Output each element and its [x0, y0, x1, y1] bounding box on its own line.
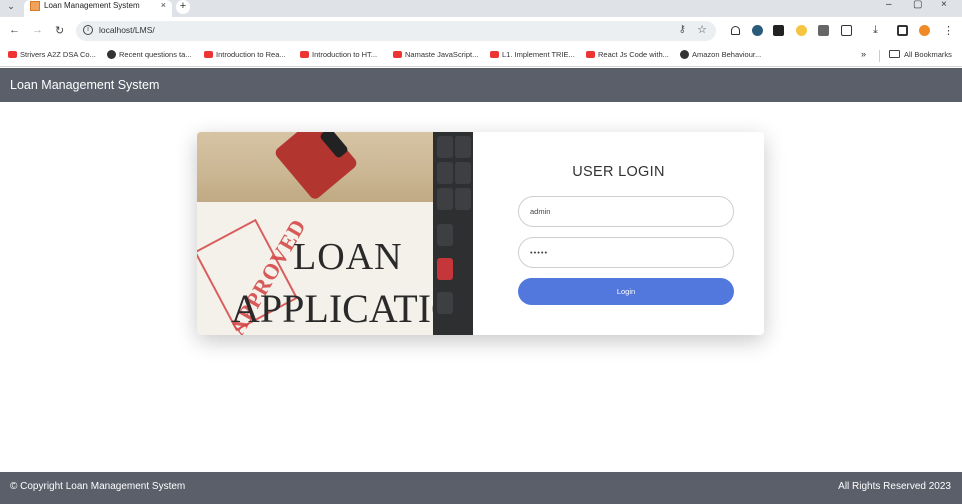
- app-header: Loan Management System: [0, 68, 962, 102]
- calculator-key: [437, 188, 453, 210]
- extension-icon[interactable]: [796, 25, 807, 36]
- browser-toolbar: ← → ↻ i localhost/LMS/ ⚷ ☆ ⤓ ⋮: [0, 17, 962, 46]
- site-info-icon[interactable]: i: [83, 25, 93, 35]
- bookmark-item[interactable]: Namaste JavaScript...: [393, 50, 478, 59]
- address-url[interactable]: localhost/LMS/: [99, 25, 155, 35]
- download-icon[interactable]: ⤓: [873, 24, 878, 37]
- bookmarks-bar: Strivers A2Z DSA Co... Recent questions …: [0, 46, 962, 67]
- password-key-icon[interactable]: ⚷: [679, 24, 686, 35]
- folder-icon: [889, 50, 900, 58]
- menu-icon[interactable]: ⋮: [943, 24, 954, 37]
- login-button[interactable]: Login: [518, 278, 734, 305]
- calculator-key: [437, 258, 453, 280]
- extension-icon[interactable]: [752, 25, 763, 36]
- extension-icon[interactable]: [773, 25, 784, 36]
- bookmark-item[interactable]: L1. Implement TRIE...: [490, 50, 575, 59]
- youtube-icon: [204, 51, 213, 58]
- login-panel: USER LOGIN admin ••••• Login: [473, 132, 764, 335]
- login-card: APPROVED LOAN APPLICATION USER LOGIN adm…: [197, 132, 764, 335]
- all-bookmarks-button[interactable]: All Bookmarks: [889, 50, 952, 59]
- extension-icon[interactable]: [731, 26, 740, 35]
- tab-search-icon[interactable]: ⌄: [4, 0, 18, 14]
- footer-copyright: © Copyright Loan Management System: [10, 481, 186, 492]
- extension-icon[interactable]: [818, 25, 829, 36]
- footer-rights: All Rights Reserved 2023: [838, 481, 951, 492]
- login-heading: USER LOGIN: [572, 164, 665, 180]
- image-text-loan: LOAN: [293, 236, 403, 278]
- bookmark-favicon-icon: [8, 51, 17, 58]
- reload-icon[interactable]: ↻: [55, 24, 64, 37]
- calculator-key: [437, 292, 453, 314]
- tab-strip: ⌄ Loan Management System × + – ▢ ×: [0, 0, 962, 17]
- calculator-key: [455, 188, 471, 210]
- password-input[interactable]: •••••: [518, 237, 734, 268]
- youtube-icon: [393, 51, 402, 58]
- youtube-icon: [490, 51, 499, 58]
- bookmark-item[interactable]: Strivers A2Z DSA Co...: [8, 50, 96, 59]
- bookmark-favicon-icon: [107, 50, 116, 59]
- app-title: Loan Management System: [10, 78, 160, 92]
- back-icon[interactable]: ←: [9, 24, 20, 36]
- bookmark-favicon-icon: [680, 50, 689, 59]
- image-calculator: [433, 132, 473, 335]
- bookmark-item[interactable]: Amazon Behaviour...: [680, 50, 761, 59]
- profile-avatar[interactable]: [919, 25, 930, 36]
- calculator-key: [455, 136, 471, 158]
- browser-tab[interactable]: Loan Management System ×: [24, 0, 172, 17]
- calculator-key: [455, 162, 471, 184]
- side-panel-icon[interactable]: [897, 25, 908, 36]
- tab-close-icon[interactable]: ×: [161, 0, 166, 11]
- new-tab-button[interactable]: +: [176, 0, 190, 14]
- address-bar[interactable]: i localhost/LMS/ ⚷ ☆: [76, 21, 716, 41]
- bookmark-star-icon[interactable]: ☆: [697, 23, 707, 36]
- extensions-puzzle-icon[interactable]: [841, 25, 852, 36]
- favicon-icon: [30, 1, 40, 11]
- bookmark-item[interactable]: Introduction to Rea...: [204, 50, 286, 59]
- forward-icon[interactable]: →: [32, 24, 43, 36]
- restore-button[interactable]: ▢: [913, 0, 922, 10]
- bookmark-item[interactable]: Introduction to HT...: [300, 50, 377, 59]
- app-footer: © Copyright Loan Management System All R…: [0, 472, 962, 504]
- calculator-key: [437, 162, 453, 184]
- minimize-button[interactable]: –: [886, 0, 892, 10]
- calculator-key: [437, 224, 453, 246]
- bookmarks-overflow-icon[interactable]: »: [861, 49, 866, 59]
- tab-title: Loan Management System: [44, 1, 140, 10]
- calculator-key: [437, 136, 453, 158]
- bookmarks-divider: [879, 50, 880, 62]
- bookmark-item[interactable]: React Js Code with...: [586, 50, 669, 59]
- bookmark-item[interactable]: Recent questions ta...: [107, 50, 192, 59]
- close-window-button[interactable]: ×: [941, 0, 947, 10]
- loan-application-image: APPROVED LOAN APPLICATION: [197, 132, 473, 335]
- youtube-icon: [586, 51, 595, 58]
- username-input[interactable]: admin: [518, 196, 734, 227]
- youtube-icon: [300, 51, 309, 58]
